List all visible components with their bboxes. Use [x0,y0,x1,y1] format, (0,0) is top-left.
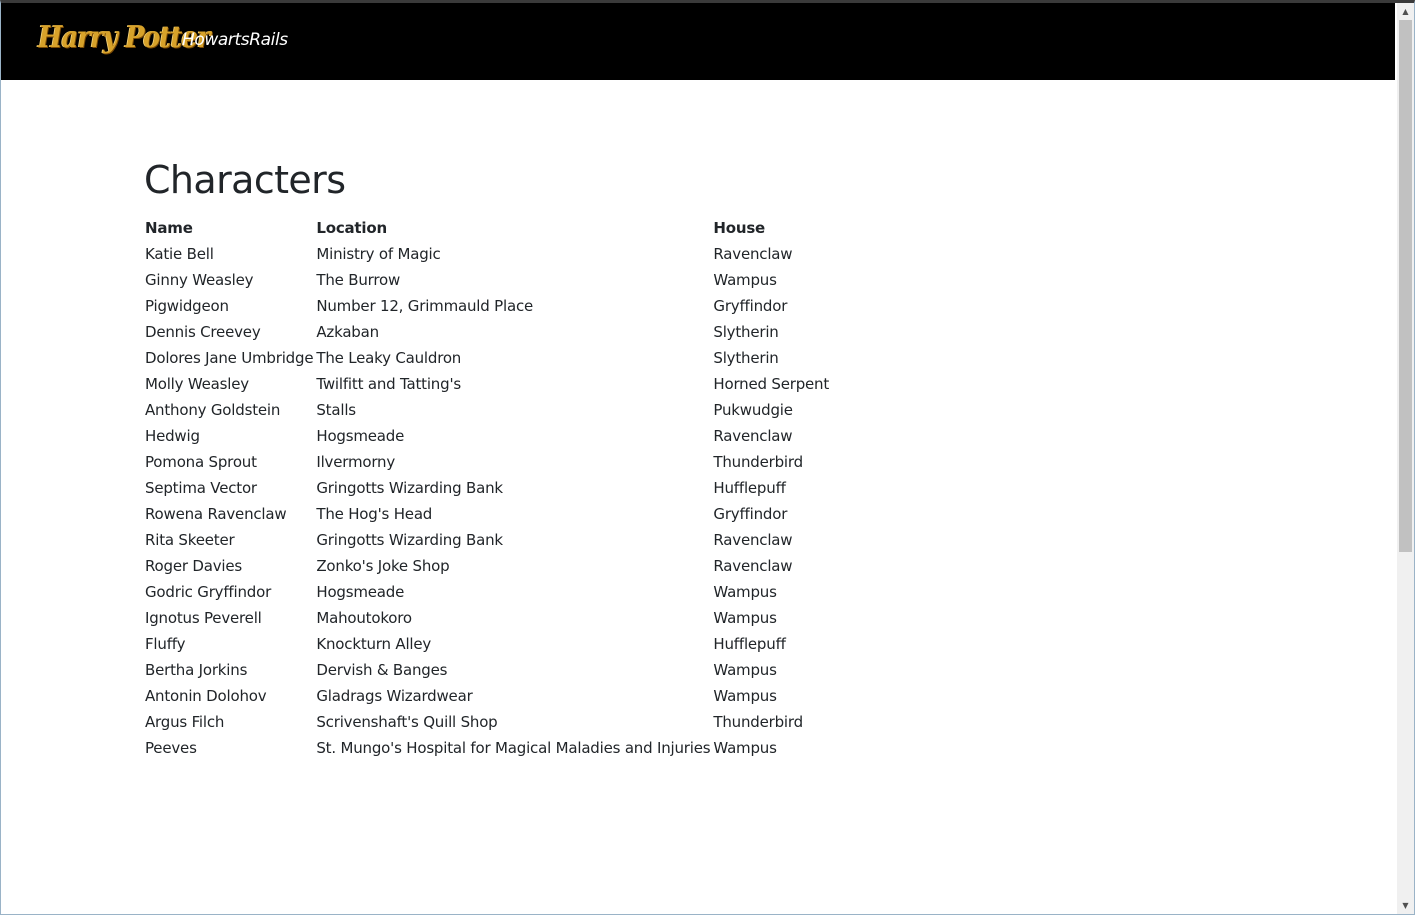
navbar: Harry Potter HowartsRails [1,3,1395,80]
vertical-scrollbar[interactable]: ▲ ▼ [1397,3,1414,914]
table-row: Katie Bell Ministry of Magic Ravenclaw [144,241,865,267]
table-row: Fluffy Knockturn Alley Hufflepuff [144,631,865,657]
table-row: Dolores Jane Umbridge The Leaky Cauldron S… [144,345,865,371]
browser-viewport: Harry Potter HowartsRails Characters Nam… [0,0,1415,915]
cell-house: Ravenclaw [713,557,793,575]
cell-location: Gringotts Wizarding Bank [316,531,503,549]
table-body: Katie Bell Ministry of Magic Ravenclaw Ginn… [144,241,865,761]
cell-name: Fluffy [145,635,186,653]
cell-house: Gryffindor [713,505,788,523]
table-row: Molly Weasley Twilfitt and Tatting's Horne… [144,371,865,397]
table-row: Antonin Dolohov Gladrags Wizardwear Wampus [144,683,865,709]
table-row: Peeves St. Mungo's Hospital for Magical M… [144,735,865,761]
scroll-up-arrow-icon[interactable]: ▲ [1397,3,1414,20]
cell-name: Pigwidgeon [145,297,229,315]
cell-house: Gryffindor [713,297,788,315]
cell-name: Rowena Ravenclaw [145,505,287,523]
cell-name: Septima Vector [145,479,257,497]
cell-house: Horned Serpent [713,375,830,393]
column-header-name: Name [145,219,193,237]
table-row: Bertha Jorkins Dervish & Banges Wampus [144,657,865,683]
table-row: Ginny Weasley The Burrow Wampus [144,267,865,293]
cell-name: Bertha Jorkins [145,661,248,679]
cell-house: Slytherin [713,349,779,367]
cell-house: Hufflepuff [713,479,786,497]
scroll-down-arrow-icon[interactable]: ▼ [1397,897,1414,914]
cell-house: Wampus [713,687,777,705]
cell-house: Thunderbird [713,713,803,731]
table-row: Rita Skeeter Gringotts Wizarding Bank Rave… [144,527,865,553]
scrollbar-thumb[interactable] [1399,20,1412,552]
cell-house: Slytherin [713,323,779,341]
table-row: Dennis Creevey Azkaban Slytherin [144,319,865,345]
cell-location: Stalls [316,401,356,419]
cell-location: Ilvermorny [316,453,396,471]
cell-location: Gladrags Wizardwear [316,687,473,705]
cell-house: Ravenclaw [713,245,793,263]
table-row: Pomona Sprout Ilvermorny Thunderbird [144,449,865,475]
table-row: Hedwig Hogsmeade Ravenclaw [144,423,865,449]
cell-house: Thunderbird [713,453,803,471]
cell-name: Ignotus Peverell [145,609,262,627]
cell-location: Hogsmeade [316,427,405,445]
cell-house: Ravenclaw [713,427,793,445]
page-title: Characters [144,158,346,202]
cell-name: Antonin Dolohov [145,687,267,705]
column-header-house: House [713,219,766,237]
table-row: Rowena Ravenclaw The Hog's Head Gryffindor [144,501,865,527]
cell-location: Dervish & Banges [316,661,448,679]
main-content: Characters Name Location House Katie Bel… [144,156,865,761]
cell-name: Anthony Goldstein [145,401,281,419]
cell-location: St. Mungo's Hospital for Magical Maladie… [316,739,711,757]
column-header-location: Location [316,219,387,237]
cell-name: Katie Bell [145,245,214,263]
table-row: Roger Davies Zonko's Joke Shop Ravenclaw [144,553,865,579]
table-row: Pigwidgeon Number 12, Grimmauld Place Gryf… [144,293,865,319]
table-row: Godric Gryffindor Hogsmeade Wampus [144,579,865,605]
cell-location: Gringotts Wizarding Bank [316,479,503,497]
cell-location: The Hog's Head [316,505,433,523]
table-row: Argus Filch Scrivenshaft's Quill Shop Thun… [144,709,865,735]
cell-location: The Leaky Cauldron [316,349,462,367]
cell-name: Dennis Creevey [145,323,261,341]
cell-location: Zonko's Joke Shop [316,557,450,575]
table-row: Anthony Goldstein Stalls Pukwudgie [144,397,865,423]
cell-location: Hogsmeade [316,583,405,601]
cell-location: Knockturn Alley [316,635,432,653]
cell-location: Azkaban [316,323,379,341]
cell-name: Roger Davies [145,557,243,575]
cell-house: Hufflepuff [713,635,786,653]
cell-house: Wampus [713,661,777,679]
table-row: Ignotus Peverell Mahoutokoro Wampus [144,605,865,631]
cell-location: Mahoutokoro [316,609,412,627]
cell-name: Peeves [145,739,197,757]
cell-name: Ginny Weasley [145,271,254,289]
cell-house: Wampus [713,739,777,757]
cell-location: Twilfitt and Tatting's [316,375,461,393]
cell-location: The Burrow [316,271,401,289]
cell-location: Scrivenshaft's Quill Shop [316,713,498,731]
cell-house: Pukwudgie [713,401,793,419]
cell-house: Wampus [713,609,777,627]
cell-house: Wampus [713,583,777,601]
cell-name: Pomona Sprout [145,453,257,471]
cell-name: Molly Weasley [145,375,249,393]
table-header-row: Name Location House [144,215,865,241]
characters-table: Name Location House Katie Bell Ministry o… [144,215,865,761]
cell-name: Argus Filch [145,713,225,731]
brand-link[interactable]: HowartsRails [182,30,288,50]
cell-name: Rita Skeeter [145,531,235,549]
cell-name: Hedwig [145,427,200,445]
table-row: Septima Vector Gringotts Wizarding Bank Hu… [144,475,865,501]
cell-name: Godric Gryffindor [145,583,272,601]
cell-location: Ministry of Magic [316,245,441,263]
cell-house: Ravenclaw [713,531,793,549]
cell-name: Dolores Jane Umbridge [145,349,314,367]
cell-house: Wampus [713,271,777,289]
cell-location: Number 12, Grimmauld Place [316,297,534,315]
